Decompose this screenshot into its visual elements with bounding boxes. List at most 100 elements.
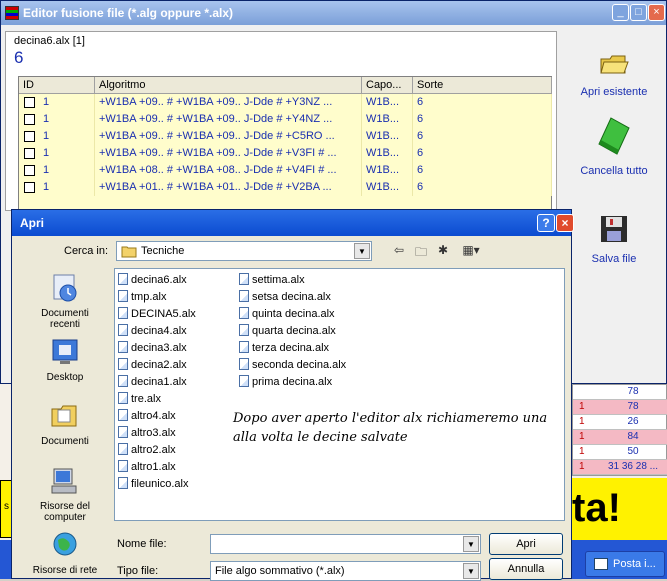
documents-folder-icon xyxy=(51,405,77,427)
filetype-combo[interactable]: File algo sommativo (*.alx) ▼ xyxy=(210,561,481,581)
annotation-note: Dopo aver aperto l'editor alx richiamere… xyxy=(233,411,548,445)
desktop-icon xyxy=(52,339,78,364)
editor-title: Editor fusione file (*.alg oppure *.alx) xyxy=(23,6,234,20)
file-icon xyxy=(118,324,128,336)
list-item[interactable]: quinta decina.alx xyxy=(239,306,335,322)
up-folder-icon[interactable]: 🗀 xyxy=(412,243,430,259)
look-in-combo[interactable]: Tecniche ▼ xyxy=(116,241,372,261)
list-item[interactable]: altro1.alx xyxy=(118,459,176,475)
taskbar-button-mail[interactable]: Posta i... xyxy=(585,551,665,577)
list-item[interactable]: decina3.alx xyxy=(118,340,187,356)
list-item[interactable]: DECINA5.alx xyxy=(118,306,196,322)
help-button[interactable]: ? xyxy=(537,214,555,232)
file-tab[interactable]: decina6.alx [1] xyxy=(14,35,85,47)
file-icon xyxy=(239,375,249,387)
computer-icon xyxy=(51,468,77,494)
list-item[interactable]: setsa decina.alx xyxy=(239,289,331,305)
place-documents[interactable]: Documenti xyxy=(25,401,105,447)
chevron-down-icon[interactable]: ▼ xyxy=(463,536,479,552)
new-folder-icon[interactable]: ✱ xyxy=(434,243,452,259)
row-checkbox[interactable] xyxy=(24,131,35,142)
list-item[interactable]: altro4.alx xyxy=(118,408,176,424)
minimize-button[interactable]: _ xyxy=(612,4,629,21)
chevron-down-icon[interactable]: ▼ xyxy=(463,563,479,579)
row-checkbox[interactable] xyxy=(24,148,35,159)
algorithm-grid: ID Algoritmo Capo... Sorte 1 +W1BA +09..… xyxy=(18,76,552,217)
table-row[interactable]: 1 +W1BA +09.. # +W1BA +09.. J-Dde # +V3F… xyxy=(19,145,552,162)
file-icon xyxy=(118,443,128,455)
grid-header: ID Algoritmo Capo... Sorte xyxy=(19,77,552,94)
list-item[interactable]: decina1.alx xyxy=(118,374,187,390)
table-row[interactable]: 1 +W1BA +08.. # +W1BA +08.. J-Dde # +V4F… xyxy=(19,162,552,179)
list-item[interactable]: altro3.alx xyxy=(118,425,176,441)
file-icon xyxy=(239,307,249,319)
open-button[interactable]: Apri xyxy=(489,533,563,555)
filename-input[interactable]: ▼ xyxy=(210,534,481,554)
table-row[interactable]: 1 +W1BA +09.. # +W1BA +09.. J-Dde # +C5R… xyxy=(19,128,552,145)
place-my-computer[interactable]: Risorse del computer xyxy=(25,466,105,523)
table-row: 1 84 xyxy=(573,430,667,445)
place-recent-documents[interactable]: Documenti recenti xyxy=(25,273,105,330)
file-icon xyxy=(118,358,128,370)
folder-open-icon xyxy=(600,55,629,74)
filename-label: Nome file: xyxy=(117,538,167,550)
look-in-label: Cerca in: xyxy=(64,245,109,257)
maximize-button[interactable]: □ xyxy=(630,4,647,21)
column-header-algoritmo[interactable]: Algoritmo xyxy=(95,77,362,94)
row-checkbox[interactable] xyxy=(24,182,35,193)
list-item[interactable]: tre.alx xyxy=(118,391,161,407)
chevron-down-icon[interactable]: ▼ xyxy=(354,243,370,259)
column-header-capo[interactable]: Capo... xyxy=(362,77,413,94)
app-icon xyxy=(5,6,19,20)
row-count: 6 xyxy=(14,48,24,67)
column-header-sorte[interactable]: Sorte xyxy=(413,77,552,94)
dialog-title: Apri xyxy=(20,216,44,230)
file-icon xyxy=(118,307,128,319)
file-list[interactable]: decina6.alx tmp.alx DECINA5.alx decina4.… xyxy=(114,268,565,521)
list-item[interactable]: decina2.alx xyxy=(118,357,187,373)
filetype-label: Tipo file: xyxy=(117,565,159,577)
list-item[interactable]: quarta decina.alx xyxy=(239,323,336,339)
list-item[interactable]: fileunico.alx xyxy=(118,476,188,492)
list-item[interactable]: prima decina.alx xyxy=(239,374,332,390)
view-menu-icon[interactable]: ▦▾ xyxy=(458,243,484,259)
file-icon xyxy=(118,426,128,438)
save-file-button[interactable]: Salva file xyxy=(569,214,659,265)
file-icon xyxy=(239,324,249,336)
dialog-titlebar[interactable]: Apri ? × xyxy=(12,210,574,236)
background-number-table: 78 1 78 1 26 1 84 1 50 1 31 36 28 ... xyxy=(572,384,667,476)
table-row: 1 31 36 28 ... xyxy=(573,460,667,475)
list-item[interactable]: seconda decina.alx xyxy=(239,357,346,373)
clear-all-button[interactable]: Cancella tutto xyxy=(569,116,659,177)
close-button[interactable]: × xyxy=(648,4,665,21)
row-checkbox[interactable] xyxy=(24,165,35,176)
editor-panel: decina6.alx [1] 6 ID Algoritmo Capo... S… xyxy=(5,31,557,217)
list-item[interactable]: tmp.alx xyxy=(118,289,166,305)
list-item[interactable]: decina6.alx xyxy=(118,272,187,288)
table-row: 1 50 xyxy=(573,445,667,460)
file-icon xyxy=(118,341,128,353)
file-icon xyxy=(118,273,128,285)
row-checkbox[interactable] xyxy=(24,114,35,125)
place-desktop[interactable]: Desktop xyxy=(25,337,105,383)
cancel-button[interactable]: Annulla xyxy=(489,558,563,580)
open-existing-button[interactable]: Apri esistente xyxy=(569,51,659,98)
dialog-close-button[interactable]: × xyxy=(556,214,574,232)
column-header-id[interactable]: ID xyxy=(19,77,95,94)
folder-icon xyxy=(121,246,137,258)
editor-titlebar[interactable]: Editor fusione file (*.alg oppure *.alx)… xyxy=(1,1,666,25)
file-icon xyxy=(118,392,128,404)
list-item[interactable]: terza decina.alx xyxy=(239,340,329,356)
list-item[interactable]: decina4.alx xyxy=(118,323,187,339)
file-icon xyxy=(118,477,128,489)
floppy-disk-icon xyxy=(601,216,627,242)
row-checkbox[interactable] xyxy=(24,97,35,108)
table-row[interactable]: 1 +W1BA +09.. # +W1BA +09.. J-Dde # +Y3N… xyxy=(19,94,552,111)
list-item[interactable]: altro2.alx xyxy=(118,442,176,458)
back-arrow-icon[interactable]: ⇦ xyxy=(390,243,408,259)
table-row[interactable]: 1 +W1BA +09.. # +W1BA +09.. J-Dde # +Y4N… xyxy=(19,111,552,128)
list-item[interactable]: settima.alx xyxy=(239,272,305,288)
table-row[interactable]: 1 +W1BA +01.. # +W1BA +01.. J-Dde # +V2B… xyxy=(19,179,552,196)
table-row: 78 xyxy=(573,385,667,400)
place-network[interactable]: Risorse di rete xyxy=(25,530,105,576)
